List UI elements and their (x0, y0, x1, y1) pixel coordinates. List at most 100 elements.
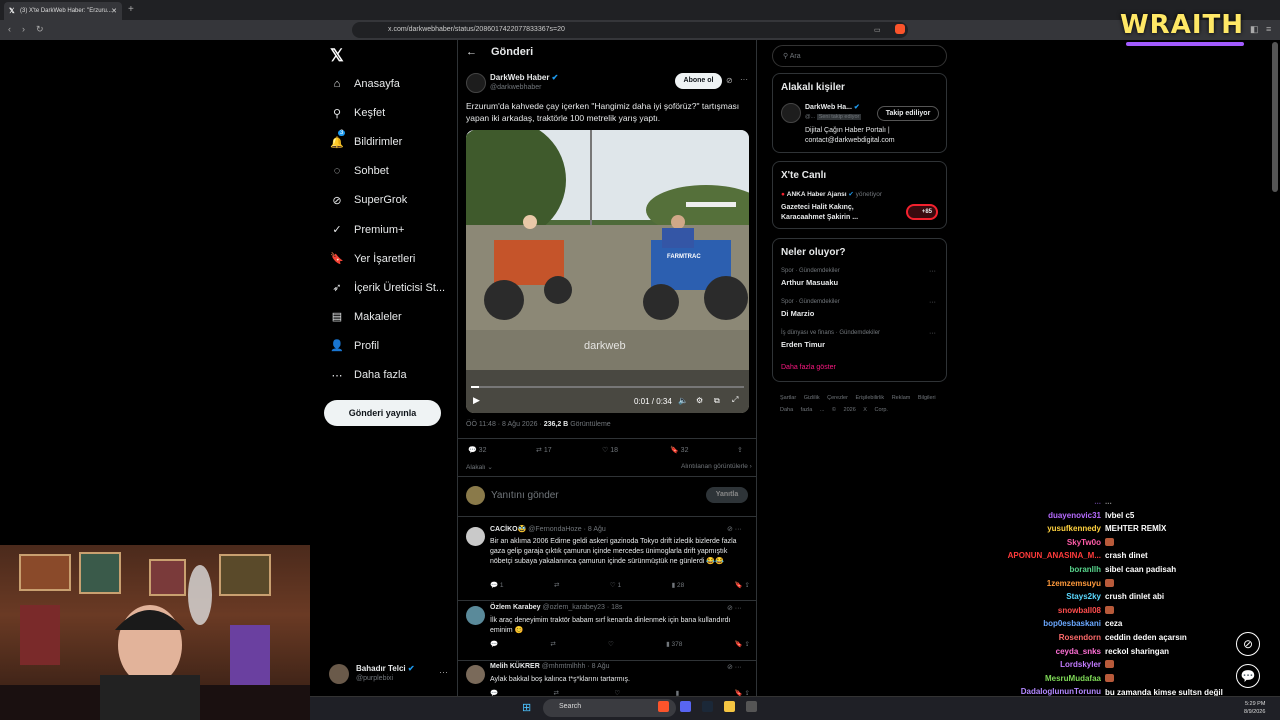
chat-username[interactable]: Rosendorn (960, 633, 1105, 647)
chat-username[interactable]: Stays2ky (960, 592, 1105, 606)
chat-bubble-icon[interactable]: 💬 (1236, 664, 1260, 688)
comment-bookmark-icon[interactable]: 🔖 ⇪ (735, 581, 750, 589)
avatar[interactable] (466, 665, 485, 684)
back-arrow-icon[interactable]: ← (466, 46, 477, 58)
comment-author[interactable]: Özlem Karabey @ozlem_karabey23 · 18s (490, 604, 622, 611)
live-title[interactable]: Gazeteci Halit Kakınç, Karacaahmet Şakir… (781, 203, 891, 223)
chat-username[interactable]: duayenovic31 (960, 511, 1105, 525)
relevant-name[interactable]: DarkWeb Ha... ✔ (805, 103, 860, 111)
chat-username[interactable]: ceyda_snks (960, 647, 1105, 661)
chat-username[interactable]: 1zemzemsuyu (960, 579, 1105, 593)
chat-username[interactable]: ... (960, 497, 1105, 511)
account-switcher[interactable]: Bahadır Telci ✔ @purplebixi ··· (329, 662, 449, 688)
live-account[interactable]: ● ANKA Haber Ajansı ✔ yönetiyor (781, 190, 882, 198)
share-icon[interactable]: ⇪ (737, 446, 743, 454)
quotes-link[interactable]: Alıntılanan görüntülerle › (681, 463, 752, 470)
forward-icon[interactable]: › (22, 24, 25, 34)
trend-name[interactable]: Erden Timur (781, 340, 825, 349)
nav-item-0[interactable]: ⌂ Anasayfa (330, 71, 470, 97)
screen-icon[interactable]: ▭ (874, 26, 881, 34)
author-handle[interactable]: @darkwebhaber (490, 84, 541, 91)
sidebar-toggle-icon[interactable]: ◧ (1250, 24, 1259, 35)
comment-views-action[interactable]: ▮ 28 (672, 581, 685, 589)
taskbar-search[interactable]: Search (543, 699, 676, 717)
author-avatar[interactable] (466, 73, 486, 93)
play-icon[interactable]: ▶ (473, 395, 480, 406)
relevance-sort[interactable]: Alakalı ⌄ (466, 463, 493, 471)
more-dots-icon[interactable]: ··· (439, 667, 448, 677)
avatar[interactable] (466, 606, 485, 625)
chat-settings-icon[interactable]: ⊘ (1236, 632, 1260, 656)
subscribe-button[interactable]: Abone ol (675, 73, 722, 89)
page-scrollbar[interactable] (1272, 42, 1278, 192)
more-dots-icon[interactable]: ··· (929, 330, 936, 337)
comment-author[interactable]: Melih KÜKRER @mhmtmlhhh · 8 Ağu (490, 663, 610, 670)
more-dots-icon[interactable]: ··· (740, 75, 748, 84)
new-tab-button[interactable]: + (128, 4, 134, 15)
video-player[interactable]: FARMTRAC darkweb ▶ 0:01 / 0:34 🔈 ⚙ ⧉ ⤢ (466, 130, 749, 413)
following-button[interactable]: Takip ediliyor (877, 106, 939, 121)
more-dots-icon[interactable]: ⊘ ··· (727, 604, 742, 612)
avatar[interactable] (781, 103, 801, 123)
nav-item-3[interactable]: ◌ Sohbet (330, 158, 470, 184)
post-button[interactable]: Gönderi yayınla (324, 400, 441, 426)
show-more-link[interactable]: Daha fazla göster (781, 364, 836, 371)
address-bar[interactable]: x.com/darkwebhaber/status/20860174220778… (352, 22, 908, 38)
avatar[interactable] (466, 527, 485, 546)
windows-start-icon[interactable]: ⊞ (522, 701, 531, 714)
chat-username[interactable]: APONUN_ANASINA_M... (960, 551, 1105, 565)
nav-item-7[interactable]: ➶ İçerik Üreticisi St... (330, 275, 470, 301)
comment-replies-action[interactable]: 💬 1 (490, 581, 504, 589)
chat-username[interactable]: Lordskyler (960, 660, 1105, 674)
pip-icon[interactable]: ⧉ (714, 396, 720, 406)
more-dots-icon[interactable]: ⊘ ··· (727, 525, 742, 533)
search-input[interactable]: ⚲ Ara (772, 45, 947, 67)
nav-item-6[interactable]: 🔖 Yer İşaretleri (330, 246, 470, 272)
trend-name[interactable]: Arthur Masuaku (781, 278, 838, 287)
more-dots-icon[interactable]: ··· (929, 299, 936, 306)
more-dots-icon[interactable]: ⊘ ··· (727, 663, 742, 671)
brave-app-icon[interactable] (658, 701, 669, 712)
reply-action[interactable]: 💬 32 (468, 446, 486, 454)
comment-replies-action[interactable]: 💬 (490, 640, 498, 648)
comment-reposts-action[interactable]: ⇄ (554, 581, 559, 589)
trend-name[interactable]: Di Marzio (781, 309, 814, 318)
comment-likes-action[interactable]: ♡ 1 (610, 581, 621, 589)
app-icon[interactable] (746, 701, 757, 712)
brave-shield-icon[interactable] (895, 24, 905, 34)
steam-app-icon[interactable] (702, 701, 713, 712)
grok-icon[interactable]: ⊘ (726, 76, 733, 85)
chat-username[interactable]: yusufkennedy (960, 524, 1105, 538)
nav-item-8[interactable]: ▤ Makaleler (330, 304, 470, 330)
discord-app-icon[interactable] (680, 701, 691, 712)
volume-icon[interactable]: 🔈 (678, 396, 688, 405)
browser-tab[interactable]: 𝕏 (3) X'te DarkWeb Haber: "Erzuru... ✕ (4, 2, 122, 20)
menu-icon[interactable]: ≡ (1266, 24, 1271, 34)
nav-item-1[interactable]: ⚲ Keşfet (330, 100, 470, 126)
fullscreen-icon[interactable]: ⤢ (732, 395, 738, 405)
nav-item-9[interactable]: 👤 Profil (330, 333, 470, 359)
chat-username[interactable]: boranllh (960, 565, 1105, 579)
reload-icon[interactable]: ↻ (36, 24, 44, 35)
bookmark-action[interactable]: 🔖 32 (670, 446, 688, 454)
reply-button[interactable]: Yanıtla (706, 487, 748, 503)
settings-icon[interactable]: ⚙ (696, 396, 703, 405)
more-dots-icon[interactable]: ··· (929, 268, 936, 275)
author-name[interactable]: DarkWeb Haber ✔ (490, 73, 558, 82)
nav-item-5[interactable]: ✓ Premium+ (330, 217, 470, 243)
comment-views-action[interactable]: ▮ 378 (666, 640, 682, 648)
repost-action[interactable]: ⇄ 17 (536, 446, 552, 454)
nav-item-4[interactable]: ⊘ SuperGrok (330, 187, 470, 213)
close-tab-icon[interactable]: ✕ (111, 7, 117, 15)
comment-bookmark-icon[interactable]: 🔖 ⇪ (735, 640, 750, 648)
folder-app-icon[interactable] (724, 701, 735, 712)
nav-item-10[interactable]: ⋯ Daha fazla (330, 362, 470, 388)
chat-username[interactable]: snowball08 (960, 606, 1105, 620)
like-action[interactable]: ♡ 18 (602, 446, 618, 454)
nav-item-2[interactable]: 🔔 Bildirimler 3 (330, 129, 470, 155)
x-home-logo[interactable]: 𝕏 (330, 46, 344, 66)
live-listener-count[interactable]: +85 (906, 204, 938, 220)
chat-username[interactable]: SkyTw0o (960, 538, 1105, 552)
chat-username[interactable]: bop0esbaskani (960, 619, 1105, 633)
footer-links[interactable]: Şartlar Gizlilik Çerezler Erişilebilirli… (780, 392, 950, 416)
